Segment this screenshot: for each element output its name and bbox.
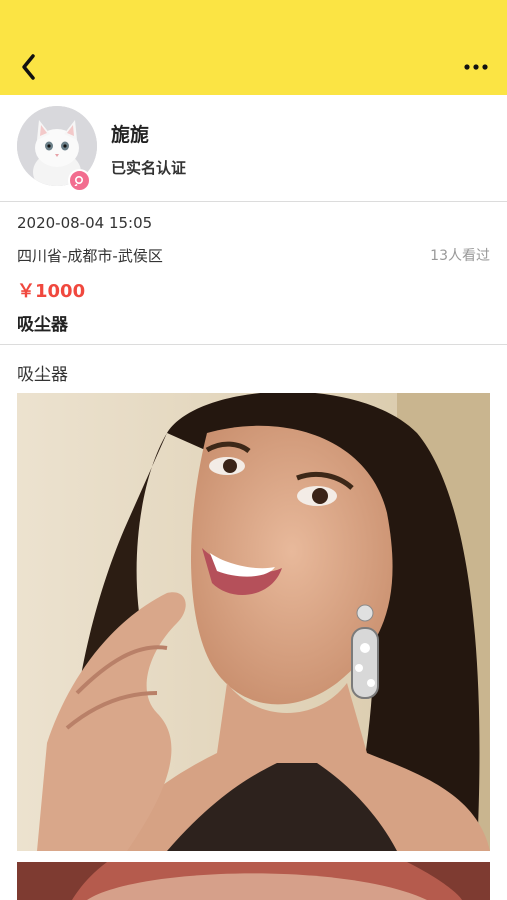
view-count: 13人看过	[430, 248, 490, 264]
post-location: 四川省-成都市-武侯区	[17, 247, 163, 265]
seller-name[interactable]: 旎旎	[111, 120, 149, 147]
portrait-photo-2	[17, 862, 490, 900]
post-date: 2020-08-04 15:05	[17, 214, 153, 232]
portrait-photo	[17, 393, 490, 851]
verified-badge	[68, 169, 91, 192]
post-photo-2[interactable]	[17, 862, 490, 900]
post-photo[interactable]	[17, 393, 490, 851]
search-badge-icon	[74, 175, 84, 186]
seller-profile: 旎旎 已实名认证	[0, 95, 507, 202]
ellipsis-icon	[464, 64, 488, 70]
top-bar	[0, 0, 507, 95]
post-price: ￥1000	[17, 281, 86, 302]
back-button[interactable]	[12, 50, 44, 84]
post-title: 吸尘器	[17, 315, 68, 335]
more-options-button[interactable]	[459, 52, 493, 82]
chevron-left-icon	[22, 54, 35, 80]
post-info: 2020-08-04 15:05 四川省-成都市-武侯区 13人看过 ￥1000…	[0, 201, 507, 345]
post-description: 吸尘器	[17, 365, 68, 385]
verified-label: 已实名认证	[111, 159, 187, 177]
